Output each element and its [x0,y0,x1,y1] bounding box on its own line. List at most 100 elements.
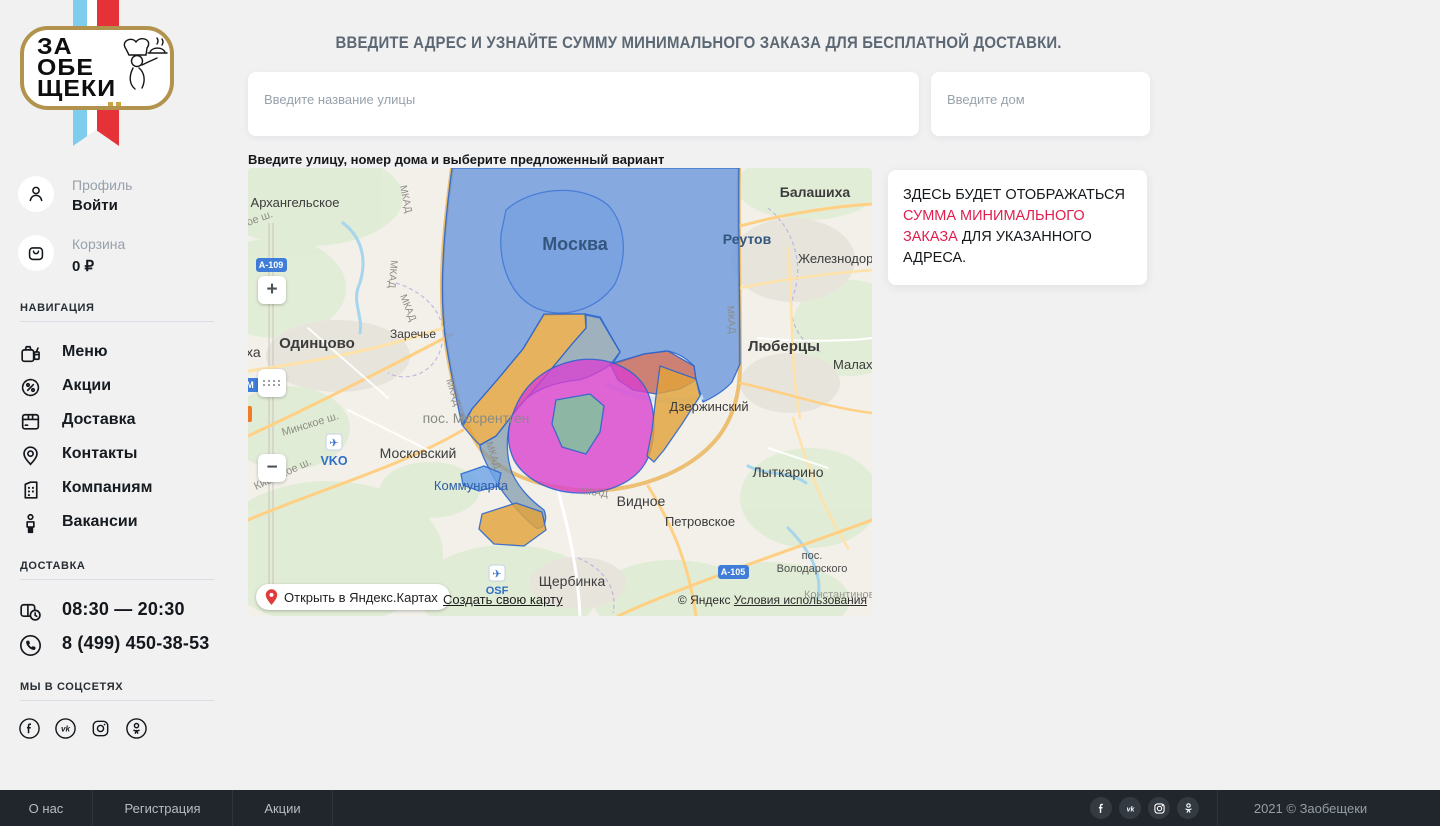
sidebar-item-menu[interactable]: Меню [0,340,234,370]
map-label: Заречье [390,327,436,341]
vko-plane-icon: ✈ [329,437,338,450]
map-label-moscow: Москва [542,234,609,254]
logo[interactable]: ЗА ОБЕ ЩЕКИ [20,26,174,110]
terms-of-use-link[interactable]: Условия использования [734,593,867,607]
chef-illustration-icon [106,32,168,99]
person-icon [18,511,43,541]
map-attribution: © Яндекс Условия использования [678,593,867,607]
open-yandex-maps-label: Открыть в Яндекс.Картах [284,590,438,605]
vko-label: VKO [320,454,347,468]
odnoklassniki-icon[interactable] [1177,797,1199,819]
box-icon [18,409,43,439]
sidebar-item-label: Контакты [62,445,137,463]
facebook-icon[interactable] [18,717,41,740]
sidebar-item-label: Вакансии [62,513,138,531]
instagram-icon[interactable] [1148,797,1170,819]
map-label: Люберцы [748,338,820,355]
delivery-zones-map[interactable]: А-109 А-105 М ✈ VKO ✈ OSF Москва Балаших… [248,168,872,616]
map-label: Коммунарка [434,478,509,493]
page-title: ВВЕДИТЕ АДРЕС И УЗНАЙТЕ СУММУ МИНИМАЛЬНО… [248,33,1150,53]
instagram-icon[interactable] [89,717,112,740]
sidebar-item-contacts[interactable]: Контакты [0,442,234,472]
street-input[interactable] [248,72,919,112]
map-label: пос. Мосрентген [423,410,530,426]
logo-text: ЗА ОБЕ ЩЕКИ [37,36,116,99]
delivery-section-title: ДОСТАВКА [20,560,85,572]
open-yandex-maps-button[interactable]: Открыть в Яндекс.Картах [256,584,450,610]
sidebar-item-promos[interactable]: Акции [0,374,234,404]
map-label: Железнодорожный [798,251,872,266]
footer-copyright: 2021 © Заобещеки [1218,790,1403,826]
footer-link-register[interactable]: Регистрация [93,790,233,826]
logo-dots [108,102,121,106]
road-badge-a105: А-105 [721,567,746,577]
sidebar-item-label: Меню [62,343,108,361]
building-icon [18,477,43,507]
map-label: Балашиха [780,184,851,200]
footer: О нас Регистрация Акции vk 2021 © Заобещ… [0,790,1440,826]
zoom-in-button[interactable]: + [258,276,286,304]
footer-link-about[interactable]: О нас [0,790,93,826]
delivery-truck-icon [17,598,44,630]
zoom-out-button[interactable]: − [258,454,286,482]
odnoklassniki-icon[interactable] [125,717,148,740]
menu-icon [18,341,43,371]
footer-socials: vk [1090,790,1218,826]
facebook-icon[interactable] [1090,797,1112,819]
svg-text:vk: vk [61,724,71,733]
sidebar-item-delivery[interactable]: Доставка [0,408,234,438]
social-section-title: МЫ В СОЦСЕТЯХ [20,681,123,693]
phone-icon [17,632,44,664]
map-label: Одинцово [279,335,355,352]
map-label: Видное [617,493,666,509]
map-pin-icon [265,589,278,606]
map-canvas: А-109 А-105 М ✈ VKO ✈ OSF Москва Балаших… [248,168,872,616]
ruler-dots-icon [263,380,281,386]
road-badge-m: М [248,380,254,390]
cart-label: Корзина [72,236,125,252]
road-badge-a109: А-109 [259,260,284,270]
divider [20,321,214,322]
cart-button[interactable] [18,235,54,271]
vk-icon[interactable]: vk [1119,797,1141,819]
map-label: Петровское [665,514,735,529]
divider [20,579,214,580]
map-label: Дзержинский [669,399,748,414]
profile-button[interactable] [18,176,54,212]
map-label: Володарского [777,563,848,575]
sidebar-item-companies[interactable]: Компаниям [0,476,234,506]
map-label: Малаховка [833,357,872,372]
profile-label: Профиль [72,177,132,193]
sidebar-item-label: Акции [62,377,111,395]
create-map-link[interactable]: Создать свою карту [443,592,563,607]
house-input-card [931,72,1150,136]
cart-total: 0 ₽ [72,257,94,275]
divider [20,700,214,701]
user-icon [25,183,47,205]
cart-icon [25,242,47,264]
working-hours: 08:30 — 20:30 [62,599,185,620]
map-label: Реутов [723,231,772,247]
map-pin-icon [18,443,43,473]
house-input[interactable] [931,72,1150,112]
sidebar-item-label: Компаниям [62,479,152,497]
ruler-button[interactable] [258,369,286,397]
discount-icon [18,375,43,405]
sidebar-item-label: Доставка [62,411,136,429]
footer-spacer [333,790,1090,826]
map-label: ха [248,344,261,360]
nav-section-title: НАВИГАЦИЯ [20,302,94,314]
vk-icon[interactable]: vk [54,717,77,740]
info-text-before: ЗДЕСЬ БУДЕТ ОТОБРАЖАТЬСЯ [903,187,1125,203]
svg-text:vk: vk [1126,806,1135,813]
yandex-copyright: © Яндекс [678,593,731,607]
sidebar-item-jobs[interactable]: Вакансии [0,510,234,540]
login-link[interactable]: Войти [72,197,118,214]
sidebar: ЗА ОБЕ ЩЕКИ Профиль Войти [0,0,234,790]
phone-number[interactable]: 8 (499) 450-38-53 [62,633,210,654]
map-label: Московский [380,445,457,461]
footer-link-promos[interactable]: Акции [233,790,333,826]
osf-plane-icon: ✈ [492,568,501,581]
address-hint: Введите улицу, номер дома и выберите пре… [248,152,664,167]
map-label: Щербинка [539,573,606,589]
